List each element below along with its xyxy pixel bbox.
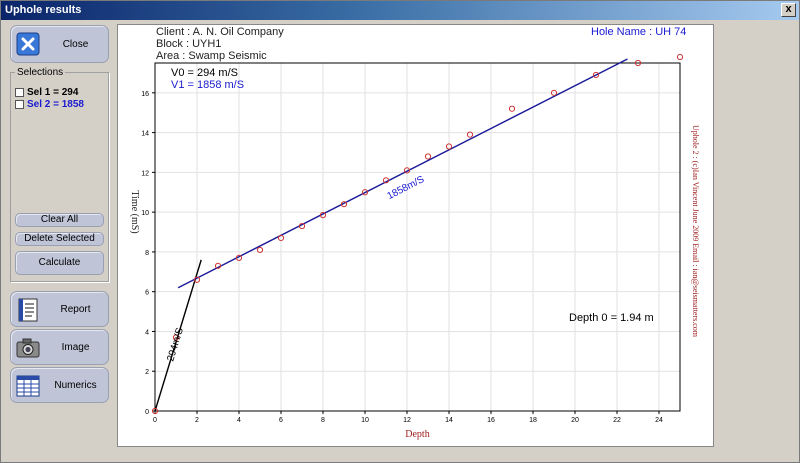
x-tick-label: 24 bbox=[655, 417, 663, 424]
report-icon bbox=[18, 298, 38, 322]
numerics-button[interactable]: Numerics bbox=[10, 367, 109, 403]
x-tick-label: 0 bbox=[153, 417, 157, 424]
window-title: Uphole results bbox=[5, 4, 82, 16]
v1-annotation: V1 = 1858 m/S bbox=[171, 79, 244, 91]
selection-2-checkbox[interactable] bbox=[15, 100, 24, 109]
y-tick-label: 12 bbox=[141, 170, 149, 177]
x-tick-label: 14 bbox=[445, 417, 453, 424]
uphole-chart: 0 2 4 6 8 10 12 14 16 18 20 22 240246810121416 294m/… bbox=[129, 53, 700, 440]
image-button[interactable]: Image bbox=[10, 329, 109, 365]
report-button[interactable]: Report bbox=[10, 291, 109, 327]
v0-annotation: V0 = 294 m/S bbox=[171, 67, 238, 79]
plot-frame bbox=[154, 62, 681, 412]
window-close-button[interactable]: x bbox=[781, 3, 796, 17]
x-tick-label: 8 bbox=[321, 417, 325, 424]
close-button[interactable]: Close bbox=[10, 25, 109, 63]
close-button-label: Close bbox=[62, 38, 89, 50]
selection-item-2[interactable]: Sel 2 = 1858 bbox=[15, 99, 84, 110]
title-bar: Uphole results x bbox=[1, 1, 799, 20]
y-tick-label: 4 bbox=[145, 329, 149, 336]
data-point bbox=[508, 105, 516, 112]
x-tick-label: 12 bbox=[403, 417, 411, 424]
y-axis-label: Time (mS) bbox=[129, 190, 140, 233]
x-axis-label: Depth bbox=[405, 429, 429, 440]
y-tick-label: 8 bbox=[145, 250, 149, 257]
x-tick-label: 10 bbox=[361, 417, 369, 424]
clear-all-button[interactable]: Clear All bbox=[15, 213, 104, 227]
camera-icon bbox=[16, 338, 40, 358]
plot-panel: Client : A. N. Oil Company Block : UYH1 … bbox=[117, 24, 714, 447]
table-icon bbox=[16, 375, 40, 397]
selection-1-checkbox[interactable] bbox=[15, 88, 24, 97]
data-point bbox=[424, 153, 432, 160]
depth0-annotation: Depth 0 = 1.94 m bbox=[569, 312, 654, 324]
selection-item-1[interactable]: Sel 1 = 294 bbox=[15, 87, 78, 98]
report-button-label: Report bbox=[60, 303, 91, 315]
x-tick-label: 22 bbox=[613, 417, 621, 424]
selection-1-label: Sel 1 = 294 bbox=[27, 87, 79, 98]
image-button-label: Image bbox=[61, 341, 90, 353]
data-point bbox=[676, 53, 684, 61]
delete-selected-button[interactable]: Delete Selected bbox=[15, 232, 104, 246]
selections-title: Selections bbox=[15, 67, 66, 78]
y-tick-label: 10 bbox=[141, 210, 149, 217]
close-icon bbox=[16, 32, 40, 56]
credit-annotation: Uphole 2 : (c)Ian Vincent June 2009 Emai… bbox=[691, 125, 700, 338]
fit-line-2-label: 1858m/S bbox=[386, 174, 427, 202]
x-tick-label: 6 bbox=[279, 417, 283, 424]
y-tick-label: 2 bbox=[145, 369, 149, 376]
y-tick-label: 16 bbox=[141, 91, 149, 98]
y-tick-label: 14 bbox=[141, 131, 149, 138]
x-tick-label: 4 bbox=[237, 417, 241, 424]
calculate-button[interactable]: Calculate bbox=[15, 251, 104, 275]
y-tick-label: 6 bbox=[145, 290, 149, 297]
x-tick-label: 20 bbox=[571, 417, 579, 424]
numerics-button-label: Numerics bbox=[54, 379, 97, 391]
uphole-results-window: Uphole results x Close Selections Sel 1 … bbox=[0, 0, 800, 463]
y-tick-label: 0 bbox=[145, 409, 149, 416]
selection-2-label: Sel 2 = 1858 bbox=[27, 99, 84, 110]
x-tick-label: 18 bbox=[529, 417, 537, 424]
x-tick-label: 2 bbox=[195, 417, 199, 424]
x-tick-label: 16 bbox=[487, 417, 495, 424]
